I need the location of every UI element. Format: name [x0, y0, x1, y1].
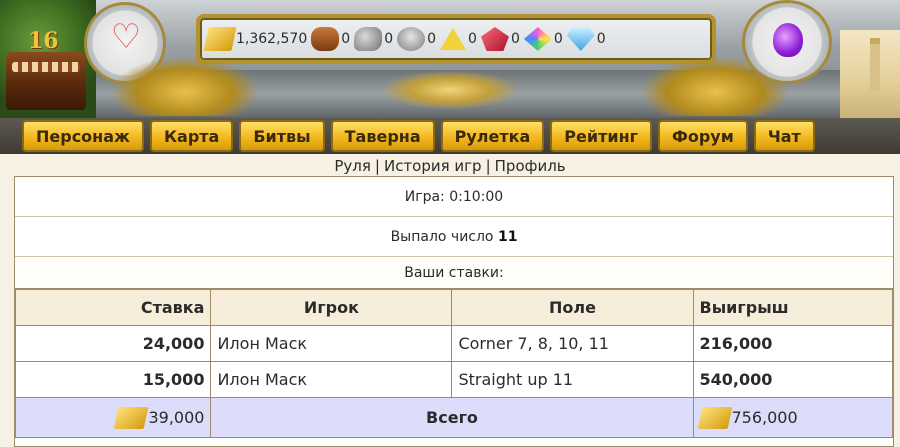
mana-frame[interactable]: [742, 0, 832, 84]
resource-sulfur-value: 0: [468, 31, 477, 47]
resource-diamond-value: 0: [596, 31, 606, 47]
total-row: 39,000 Всего 756,000: [15, 397, 893, 438]
heart-icon: ♡: [110, 17, 142, 57]
nav-chat[interactable]: Чат: [753, 120, 815, 152]
potion-icon: [773, 23, 803, 57]
total-win-value: 756,000: [731, 408, 798, 427]
drop-result-row: Выпало число 11: [15, 217, 893, 257]
nav-character[interactable]: Персонаж: [22, 120, 144, 152]
nav-rating[interactable]: Рейтинг: [550, 120, 652, 152]
total-win-cell: 756,000: [692, 397, 893, 438]
gold-bars-icon: [114, 406, 149, 429]
wood-logs-icon: [311, 27, 340, 51]
link-roulette[interactable]: Руля: [334, 157, 371, 175]
resource-gold: 1,362,570: [203, 27, 308, 51]
header-field: Поле: [451, 289, 694, 326]
player-cell: Илон Маск: [210, 361, 453, 398]
field-cell: Straight up 11: [451, 361, 694, 398]
sub-nav: Руля | История игр | Профиль: [0, 156, 900, 176]
resource-iron: 0: [397, 27, 436, 51]
cake-base: [6, 52, 86, 110]
win-cell: 540,000: [692, 361, 893, 398]
gold-bars-icon: [697, 406, 732, 429]
bets-caption: Ваши ставки:: [15, 257, 893, 289]
diamond-icon: [566, 27, 595, 51]
resource-wood-value: 0: [341, 31, 351, 47]
game-header: 16 ♡ 1,362,570 0 0 0 0 0 0 0: [0, 0, 900, 118]
resources-bar: 1,362,570 0 0 0 0 0 0 0: [196, 14, 716, 64]
win-cell: 216,000: [692, 325, 893, 362]
player-cell: Илон Маск: [210, 325, 453, 362]
gold-ornament: [380, 70, 520, 110]
link-game-history[interactable]: История игр: [384, 157, 482, 175]
total-label: Всего: [210, 397, 694, 438]
main-nav: Персонаж Карта Битвы Таверна Рулетка Рей…: [0, 118, 900, 154]
resource-gems: 0: [523, 27, 563, 51]
resource-gold-value: 1,362,570: [236, 31, 308, 47]
link-profile[interactable]: Профиль: [495, 157, 566, 175]
resource-iron-value: 0: [427, 31, 437, 47]
table-row: 24,000 Илон Маск Corner 7, 8, 10, 11 216…: [15, 325, 893, 362]
game-result-panel: Игра: 0:10:00 Выпало число 11 Ваши ставк…: [14, 176, 894, 447]
nav-forum[interactable]: Форум: [657, 120, 748, 152]
resource-gems-value: 0: [553, 31, 563, 47]
separator: |: [374, 157, 380, 175]
bets-table: Ставка Игрок Поле Выигрыш 24,000 Илон Ма…: [15, 289, 893, 438]
resource-crystal: 0: [480, 27, 520, 51]
total-stake-value: 39,000: [148, 408, 205, 427]
game-time: 0:10:00: [449, 189, 504, 205]
dragon-ornament-left: [110, 56, 260, 116]
total-stake-cell: 39,000: [15, 397, 212, 438]
drop-label: Выпало число: [390, 229, 494, 245]
nav-tavern[interactable]: Таверна: [330, 120, 435, 152]
nav-map[interactable]: Карта: [149, 120, 234, 152]
field-cell: Corner 7, 8, 10, 11: [451, 325, 694, 362]
crystal-icon: [480, 27, 509, 51]
separator: |: [485, 157, 491, 175]
cake-number: 16: [28, 28, 59, 54]
nav-roulette[interactable]: Рулетка: [440, 120, 545, 152]
castle-icon: [840, 30, 900, 118]
nav-battles[interactable]: Битвы: [239, 120, 325, 152]
table-row: 15,000 Илон Маск Straight up 11 540,000: [15, 361, 893, 398]
gems-icon: [523, 27, 552, 51]
resource-diamond: 0: [566, 27, 606, 51]
resource-sulfur: 0: [440, 28, 477, 50]
header-player: Игрок: [210, 289, 453, 326]
game-info-row: Игра: 0:10:00: [15, 177, 893, 217]
resource-stone-value: 0: [384, 31, 394, 47]
table-header-row: Ставка Игрок Поле Выигрыш: [15, 289, 893, 326]
stake-cell: 15,000: [15, 361, 212, 398]
resource-wood: 0: [311, 27, 350, 51]
game-label: Игра:: [404, 189, 445, 205]
drop-number: 11: [497, 229, 518, 245]
resource-stone: 0: [354, 27, 393, 51]
gold-bars-icon: [203, 27, 237, 51]
sulfur-icon: [440, 28, 467, 50]
stone-icon: [354, 27, 383, 51]
header-stake: Ставка: [15, 289, 212, 326]
resource-crystal-value: 0: [510, 31, 520, 47]
iron-pot-icon: [397, 27, 426, 51]
header-win: Выигрыш: [692, 289, 893, 326]
stake-cell: 24,000: [15, 325, 212, 362]
birthday-cake-icon: 16: [0, 0, 96, 118]
